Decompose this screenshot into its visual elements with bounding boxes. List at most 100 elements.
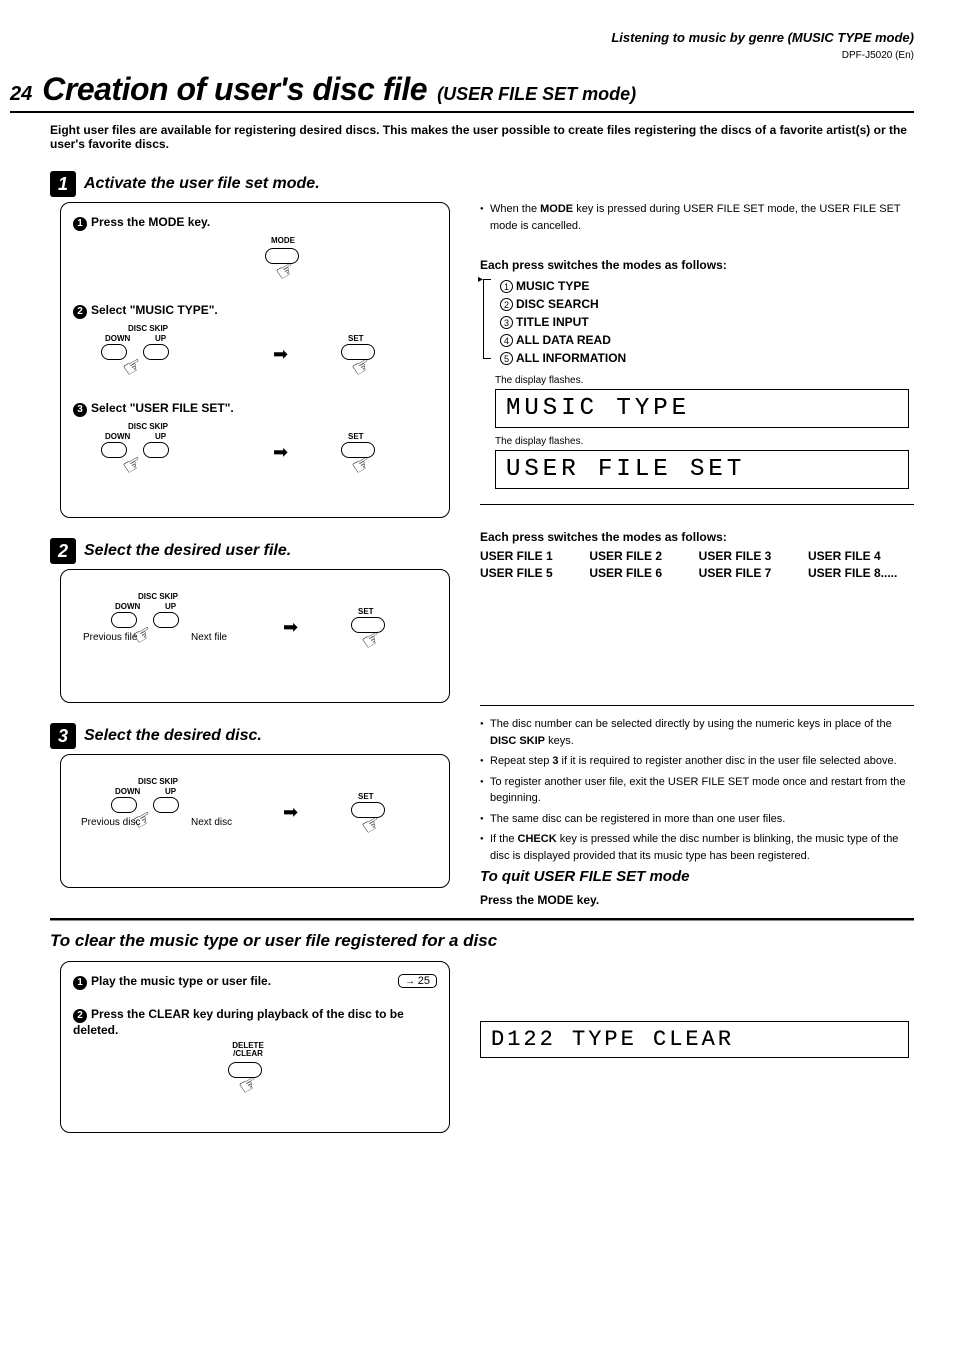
- step1-box: 1Press the MODE key. MODE ☞ 2Select "MUS…: [60, 202, 450, 518]
- up-label: UP: [155, 334, 166, 343]
- section-divider: [50, 918, 914, 921]
- step1-header: 1 Activate the user file set mode.: [50, 171, 450, 197]
- right-column: When the MODE key is pressed during USER…: [480, 171, 914, 908]
- clear-button-diagram: DELETE /CLEAR ☞: [93, 1042, 437, 1102]
- user-file-item: USER FILE 1: [480, 549, 569, 563]
- step2-title: Select the desired user file.: [84, 542, 291, 560]
- mode-item: 1MUSIC TYPE: [500, 277, 914, 295]
- mode-item: 5ALL INFORMATION: [500, 349, 914, 367]
- mode-label: MODE: [271, 236, 295, 245]
- step3-note-item: If the CHECK key is pressed while the di…: [480, 831, 914, 864]
- up-button-icon: [153, 797, 179, 813]
- clear-right: D122 TYPE CLEAR: [480, 961, 914, 1153]
- up-label: UP: [165, 602, 176, 611]
- mode-button-diagram: MODE ☞: [93, 236, 437, 291]
- clear-section-title: To clear the music type or user file reg…: [50, 931, 914, 951]
- up-button-icon: [143, 442, 169, 458]
- delete-clear-label: DELETE /CLEAR: [223, 1042, 273, 1058]
- step1-number: 1: [50, 171, 76, 197]
- divider: [480, 705, 914, 706]
- page-subtitle: (USER FILE SET mode): [437, 84, 636, 105]
- clear-sub1: 1Play the music type or user file. 25: [73, 974, 437, 990]
- disc-skip-label: DISC SKIP: [138, 777, 178, 786]
- user-file-item: USER FILE 8.....: [808, 566, 914, 580]
- down-label: DOWN: [115, 787, 140, 796]
- arrow-icon: ➡: [273, 442, 288, 463]
- next-file-label: Next file: [191, 632, 227, 643]
- sub2-text: Select "MUSIC TYPE".: [91, 303, 218, 317]
- step3-header: 3 Select the desired disc.: [50, 723, 450, 749]
- sub1-text: Press the MODE key.: [91, 215, 210, 229]
- arrow-icon: ➡: [283, 617, 298, 638]
- model-label: DPF-J5020 (En): [20, 50, 914, 61]
- mode-cycle-wrap: ▸ 1MUSIC TYPE 2DISC SEARCH 3TITLE INPUT …: [480, 277, 914, 367]
- next-disc-label: Next disc: [191, 817, 232, 828]
- sub3-text: Select "USER FILE SET".: [91, 401, 234, 415]
- step2-number: 2: [50, 538, 76, 564]
- step3-notes: The disc number can be selected directly…: [480, 716, 914, 864]
- mode-list: 1MUSIC TYPE 2DISC SEARCH 3TITLE INPUT 4A…: [500, 277, 914, 367]
- clear-sub2: 2Press the CLEAR key during playback of …: [73, 1007, 437, 1037]
- down-label: DOWN: [115, 602, 140, 611]
- mode-item: 3TITLE INPUT: [500, 313, 914, 331]
- up-label: UP: [155, 432, 166, 441]
- page-title-row: 24 Creation of user's disc file (USER FI…: [10, 71, 914, 113]
- set-label: SET: [358, 607, 374, 616]
- disc-skip-diagram-1: DISC SKIP DOWN UP ☞ ➡ SET ☞: [93, 324, 437, 389]
- each-press-heading: Each press switches the modes as follows…: [480, 258, 914, 272]
- quit-text: Press the MODE key.: [480, 893, 914, 907]
- down-label: DOWN: [105, 432, 130, 441]
- step3-note-item: To register another user file, exit the …: [480, 774, 914, 807]
- step2-diagram: DISC SKIP DOWN UP ☞ Previous file Next f…: [93, 592, 437, 672]
- step3-note-item: The same disc can be registered in more …: [480, 811, 914, 828]
- step2-header: 2 Select the desired user file.: [50, 538, 450, 564]
- prev-file-label: Previous file: [83, 632, 137, 643]
- arrow-icon: ➡: [283, 802, 298, 823]
- user-file-item: USER FILE 7: [699, 566, 788, 580]
- mode-item: 4ALL DATA READ: [500, 331, 914, 349]
- set-label: SET: [348, 334, 364, 343]
- disc-skip-label: DISC SKIP: [128, 422, 168, 431]
- display-music-type: MUSIC TYPE: [495, 389, 909, 428]
- up-button-icon: [153, 612, 179, 628]
- user-file-item: USER FILE 5: [480, 566, 569, 580]
- display-caption-1: The display flashes.: [495, 375, 914, 386]
- step3-title: Select the desired disc.: [84, 727, 262, 745]
- step3-number: 3: [50, 723, 76, 749]
- display-caption-2: The display flashes.: [495, 436, 914, 447]
- section-header: Listening to music by genre (MUSIC TYPE …: [20, 30, 914, 45]
- disc-skip-label: DISC SKIP: [128, 324, 168, 333]
- disc-skip-label: DISC SKIP: [138, 592, 178, 601]
- disc-skip-diagram-2: DISC SKIP DOWN UP ☞ ➡ SET ☞: [93, 422, 437, 487]
- user-file-item: USER FILE 2: [589, 549, 678, 563]
- set-label: SET: [358, 792, 374, 801]
- display-type-clear: D122 TYPE CLEAR: [480, 1021, 909, 1058]
- user-file-item: USER FILE 4: [808, 549, 914, 563]
- down-label: DOWN: [105, 334, 130, 343]
- step1-sub1: 1Press the MODE key.: [73, 215, 437, 231]
- step1-note-list: When the MODE key is pressed during USER…: [480, 201, 914, 234]
- clear-sub2-text: Press the CLEAR key during playback of t…: [73, 1007, 404, 1037]
- arrow-icon: ➡: [273, 344, 288, 365]
- step1-note1: When the MODE key is pressed during USER…: [480, 201, 914, 234]
- clear-left: 1Play the music type or user file. 25 2P…: [50, 961, 450, 1153]
- cycle-arrow-icon: ▸: [478, 274, 483, 285]
- divider: [480, 504, 914, 505]
- clear-sub1-text: Play the music type or user file.: [91, 974, 271, 988]
- each-press-heading-2: Each press switches the modes as follows…: [480, 530, 914, 544]
- quit-title: To quit USER FILE SET mode: [480, 868, 914, 885]
- mode-item: 2DISC SEARCH: [500, 295, 914, 313]
- set-label: SET: [348, 432, 364, 441]
- user-file-item: USER FILE 3: [699, 549, 788, 563]
- clear-box: 1Play the music type or user file. 25 2P…: [60, 961, 450, 1133]
- step1-sub3: 3Select "USER FILE SET".: [73, 401, 437, 417]
- cycle-bracket-icon: [483, 279, 491, 359]
- prev-disc-label: Previous disc: [81, 817, 140, 828]
- step1-title: Activate the user file set mode.: [84, 175, 320, 193]
- page-title: Creation of user's disc file: [42, 71, 427, 108]
- up-button-icon: [143, 344, 169, 360]
- page-ref: 25: [398, 974, 437, 988]
- step1-sub2: 2Select "MUSIC TYPE".: [73, 303, 437, 319]
- intro-text: Eight user files are available for regis…: [50, 123, 914, 151]
- up-label: UP: [165, 787, 176, 796]
